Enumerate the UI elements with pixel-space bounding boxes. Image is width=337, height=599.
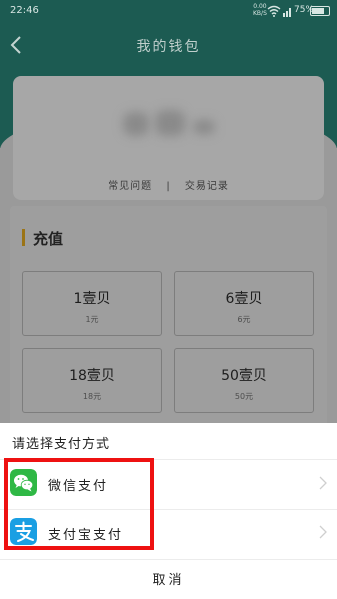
app-header: 我的钱包 — [0, 24, 337, 68]
recharge-price: 50元 — [234, 392, 254, 401]
chevron-right-icon — [319, 476, 327, 490]
recharge-amount: 6壹贝 — [225, 291, 263, 307]
sheet-heading: 请选择支付方式 — [12, 437, 111, 452]
cancel-button[interactable]: 取消 — [0, 569, 337, 588]
balance-card: 常见问题 | 交易记录 — [13, 76, 324, 200]
network-speed-value: 0.00 — [253, 3, 267, 10]
card-links: 常见问题 | 交易记录 — [13, 177, 324, 192]
recharge-option-50[interactable]: 50壹贝 50元 — [174, 348, 314, 413]
recharge-amount: 1壹贝 — [73, 291, 111, 307]
wifi-icon — [267, 5, 281, 17]
balance-value-blurred — [113, 106, 223, 140]
highlight-box — [4, 458, 154, 550]
recharge-price: 18元 — [82, 392, 102, 401]
recharge-amount: 18壹贝 — [69, 368, 115, 384]
recharge-price: 1元 — [85, 315, 99, 324]
status-bar: 22:46 0.00 KB/S 75% — [0, 0, 337, 24]
page-title: 我的钱包 — [136, 39, 201, 55]
recharge-amount: 50壹贝 — [221, 368, 267, 384]
divider — [0, 559, 337, 560]
transaction-history-link[interactable]: 交易记录 — [185, 181, 229, 192]
chevron-right-icon — [319, 525, 327, 539]
recharge-option-1[interactable]: 1壹贝 1元 — [22, 271, 162, 336]
battery-level — [312, 8, 324, 14]
faq-link[interactable]: 常见问题 — [108, 181, 152, 192]
battery-icon — [310, 6, 330, 16]
link-separator: | — [166, 181, 171, 192]
recharge-title: 充值 — [33, 230, 64, 248]
network-speed: 0.00 KB/S — [253, 3, 267, 17]
status-time: 22:46 — [10, 5, 39, 16]
signal-icon — [283, 8, 291, 17]
network-speed-unit: KB/S — [253, 10, 267, 17]
recharge-price: 6元 — [237, 315, 251, 324]
recharge-option-18[interactable]: 18壹贝 18元 — [22, 348, 162, 413]
title-accent-bar — [22, 229, 25, 246]
recharge-option-6[interactable]: 6壹贝 6元 — [174, 271, 314, 336]
